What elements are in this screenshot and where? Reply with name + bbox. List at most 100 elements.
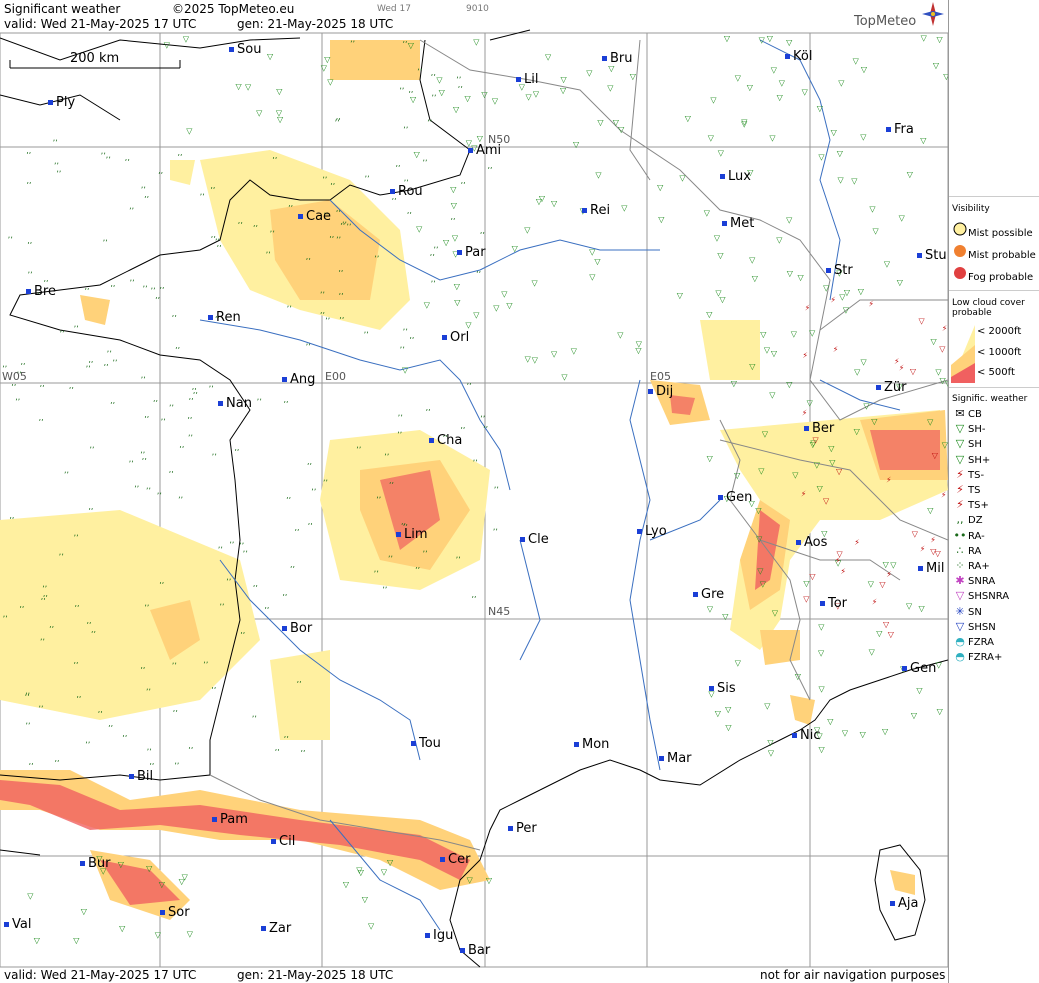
weather-mark: ▽ <box>764 701 771 710</box>
weather-mark: ▽ <box>358 868 365 877</box>
weather-mark: ,, <box>113 354 118 363</box>
weather-mark: ▽ <box>506 301 513 310</box>
weather-mark: ,, <box>179 440 184 449</box>
weather-mark: ,, <box>60 325 65 334</box>
legend-sig-label: RA+ <box>968 561 990 572</box>
city-label: Pam <box>212 812 248 827</box>
weather-mark: ▽ <box>267 52 274 61</box>
weather-mark: ▽ <box>617 330 624 339</box>
weather-mark: ,, <box>458 80 463 89</box>
weather-mark: ,, <box>376 491 381 500</box>
weather-mark: ,, <box>407 206 412 215</box>
weather-mark: ▽ <box>927 418 934 427</box>
weather-mark: ▽ <box>818 649 825 658</box>
weather-mark: ▽ <box>586 69 593 78</box>
weather-mark: ▽ <box>854 368 861 377</box>
weather-mark: ▽ <box>827 717 834 726</box>
weather-mark: ,, <box>74 656 79 665</box>
weather-mark: ▽ <box>818 622 825 631</box>
city-label: Dij <box>648 384 673 399</box>
weather-mark: ▽ <box>823 496 830 505</box>
weather-mark: ▽ <box>450 185 457 194</box>
city-label: Met <box>722 216 754 231</box>
weather-mark: ▽ <box>707 454 714 463</box>
weather-mark: ,, <box>90 441 95 450</box>
weather-mark: ▽ <box>81 907 88 916</box>
weather-mark: ▽ <box>34 936 41 945</box>
city-label: Sor <box>160 905 190 920</box>
city-label: Sis <box>709 681 736 696</box>
city-label: Cil <box>271 834 295 849</box>
weather-mark: ,, <box>187 411 192 420</box>
weather-mark: ,, <box>306 338 311 347</box>
weather-mark: ,, <box>91 625 96 634</box>
weather-mark: ,, <box>188 741 193 750</box>
weather-mark: ,, <box>169 465 174 474</box>
weather-mark: ,, <box>19 600 24 609</box>
weather-mark: ,, <box>146 683 151 692</box>
weather-mark: ▽ <box>807 399 814 408</box>
weather-mark: ▽ <box>919 604 926 613</box>
legend-sig-label: SHSN <box>968 621 996 633</box>
weather-mark: ,, <box>400 341 405 350</box>
weather-mark: ▽ <box>594 257 601 266</box>
weather-mark: ,, <box>125 153 130 162</box>
city-label: Rou <box>390 184 423 199</box>
legend-sig-label: TS+ <box>968 500 989 512</box>
weather-mark: ▽ <box>679 174 686 183</box>
weather-mark: ,, <box>323 473 328 482</box>
weather-symbol-icon: •• <box>953 528 967 542</box>
legend-mist-possible: Mist possible <box>952 222 1033 239</box>
city-label: Lim <box>396 527 428 542</box>
weather-mark: ,, <box>108 719 113 728</box>
disclaimer-note: not for air navigation purposes <box>760 968 946 982</box>
weather-mark: ▽ <box>879 580 886 589</box>
weather-mark: ,, <box>85 282 90 291</box>
weather-mark: ,, <box>212 447 217 456</box>
weather-mark: ,, <box>434 241 439 250</box>
weather-mark: ,, <box>275 743 280 752</box>
weather-mark: ,, <box>240 626 245 635</box>
fog-probable-icon <box>954 267 966 279</box>
weather-mark: ▽ <box>760 580 767 589</box>
weather-mark: ▽ <box>164 40 171 49</box>
weather-mark: ▽ <box>798 273 805 282</box>
legend-sig-label: FZRA <box>968 637 994 648</box>
weather-mark: ▽ <box>883 620 890 629</box>
weather-mark: ▽ <box>933 61 940 70</box>
weather-mark: ,, <box>110 396 115 405</box>
weather-mark: ▽ <box>533 90 540 99</box>
weather-mark: ▽ <box>532 279 539 288</box>
weather-mark: ,, <box>141 181 146 190</box>
weather-mark: ,, <box>144 190 149 199</box>
weather-mark: ,, <box>480 226 485 235</box>
weather-mark: ▽ <box>477 134 484 143</box>
weather-mark: ,, <box>140 445 145 454</box>
weather-mark: ▽ <box>809 572 816 581</box>
valid-time: valid: Wed 21-May-2025 17 UTC <box>4 17 197 31</box>
city-label: Orl <box>442 330 469 345</box>
weather-mark: ▽ <box>387 858 394 867</box>
weather-mark: ,, <box>140 661 145 670</box>
mist-probable-icon <box>954 245 966 257</box>
legend-sig-sh-minus: ▽ SH- <box>952 422 986 435</box>
weather-mark: ▽ <box>589 272 596 281</box>
weather-mark: ▽ <box>465 320 472 329</box>
weather-mark: ▽ <box>607 84 614 93</box>
weather-mark: ,, <box>374 249 379 258</box>
weather-mark: ,, <box>306 252 311 261</box>
weather-mark: ⚡ <box>801 489 807 498</box>
weather-mark: ▽ <box>473 37 480 46</box>
weather-symbol-icon: ▽ <box>955 452 965 466</box>
weather-mark: ▽ <box>884 259 891 268</box>
weather-mark: ▽ <box>465 94 472 103</box>
weather-symbol-icon: ,, <box>956 513 964 527</box>
weather-mark: ▽ <box>236 82 243 91</box>
weather-mark: ,, <box>103 233 108 242</box>
city-label: Ren <box>208 310 241 325</box>
weather-mark: ⚡ <box>886 570 892 579</box>
legend-cloud-1000: < 1000ft <box>977 347 1022 358</box>
weather-mark: ,, <box>284 395 289 404</box>
weather-mark: ,, <box>155 291 160 300</box>
weather-mark: ,, <box>134 480 139 489</box>
